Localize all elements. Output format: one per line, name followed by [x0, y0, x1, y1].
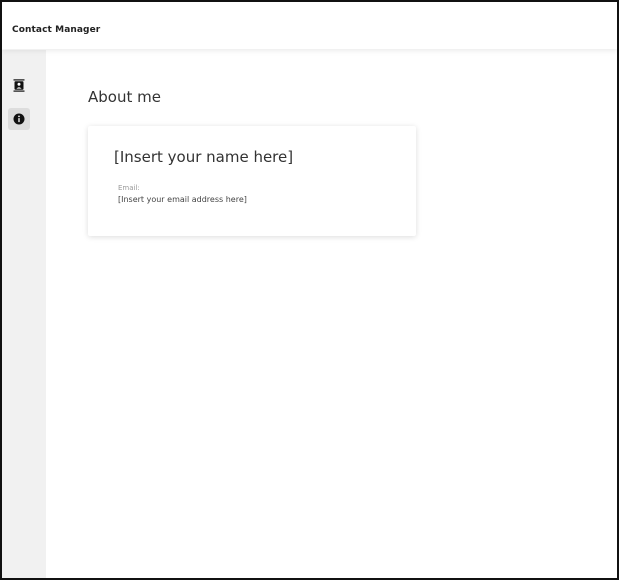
- info-icon: [13, 110, 25, 129]
- sidebar-item-about[interactable]: [8, 108, 30, 130]
- contacts-book-icon: [13, 77, 25, 96]
- sidebar-item-contacts[interactable]: [8, 75, 30, 97]
- sidebar: [2, 50, 46, 578]
- email-value: [Insert your email address here]: [118, 195, 247, 204]
- profile-card: [Insert your name here] Email: [Insert y…: [88, 126, 416, 236]
- main-content: About me [Insert your name here] Email: …: [46, 50, 617, 578]
- top-bar: Contact Manager: [2, 2, 617, 49]
- page-title: About me: [88, 88, 161, 106]
- email-label: Email:: [118, 184, 140, 192]
- app-window: Contact Manager About me [Insert your na…: [0, 0, 619, 580]
- app-title: Contact Manager: [12, 25, 101, 35]
- profile-name: [Insert your name here]: [114, 148, 294, 166]
